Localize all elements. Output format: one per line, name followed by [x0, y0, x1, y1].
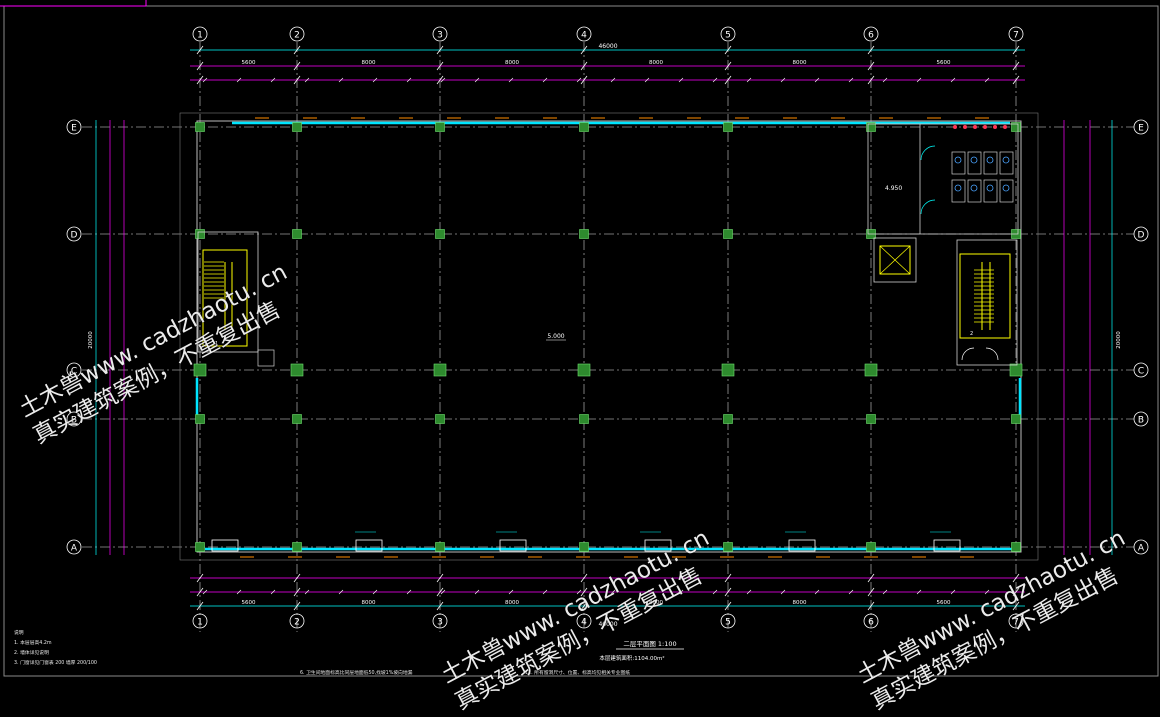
toilet-fixture	[970, 184, 978, 192]
design-note: 2. 墙体详见说明	[14, 649, 49, 656]
fire-hydrant-box	[257, 349, 275, 367]
structural-column	[435, 122, 445, 132]
structural-column	[435, 542, 445, 552]
toilet-fixture	[986, 184, 994, 192]
grid-bubble-label: 3	[437, 618, 443, 628]
structural-column	[195, 414, 205, 424]
structural-column	[435, 414, 445, 424]
plan-title: 二层平面图 1:100	[623, 640, 676, 648]
overall-height-label: 20000	[1116, 331, 1122, 349]
lamp-fixture	[953, 125, 957, 129]
grid-bubble-label: 6	[868, 618, 874, 628]
toilet-fixture	[1002, 184, 1010, 192]
structural-column	[1011, 414, 1021, 424]
structural-column	[577, 363, 591, 377]
bay-dimension-label: 8000	[793, 600, 807, 606]
structural-column	[435, 229, 445, 239]
grid-bubble-label: 5	[725, 618, 731, 628]
grid-bubble-label: 5	[725, 31, 731, 41]
bay-dimension-label: 8000	[362, 60, 376, 66]
stair-label: 2	[970, 331, 973, 337]
area-note: 本层建筑面积:1104.00m²	[599, 654, 664, 662]
grid-bubble-label: 1	[197, 31, 203, 41]
bay-dimension-label: 8000	[793, 60, 807, 66]
bay-dimension-label: 5600	[242, 60, 256, 66]
design-note: 6. 卫生间地面标高比同层地面低50,找坡1%坡向地漏	[300, 669, 413, 676]
structural-column	[195, 122, 205, 132]
overall-height-label: 20000	[88, 331, 94, 349]
grid-bubble-label: 2	[294, 31, 300, 41]
structural-column	[1009, 363, 1023, 377]
toilet-room	[867, 123, 1019, 235]
structural-column	[866, 542, 876, 552]
grid-bubble-label: A	[71, 544, 78, 554]
structural-column	[723, 122, 733, 132]
bay-dimension-label: 8000	[649, 60, 663, 66]
stair-room-right	[956, 239, 1018, 366]
grid-bubble-label: 6	[868, 31, 874, 41]
toilet-fixture	[954, 156, 962, 164]
design-note: 1. 本层层高4.2m	[14, 639, 52, 646]
grid-bubble-label: 2	[294, 618, 300, 628]
design-note: 3. 门窗详见门窗表 200 墙厚 200/100	[14, 659, 97, 666]
lamp-fixture	[993, 125, 997, 129]
toilet-fixture	[1002, 156, 1010, 164]
floor-elevation-label: 5.000	[547, 333, 564, 340]
grid-bubble-label: 7	[1013, 31, 1019, 41]
door-swing	[920, 145, 936, 215]
bay-dimension-label: 8000	[505, 60, 519, 66]
grid-bubble-label: A	[1138, 544, 1145, 554]
grid-bubble-label: E	[1138, 124, 1144, 134]
structural-column	[292, 229, 302, 239]
outer-edge-line	[179, 112, 1039, 561]
toilet-fixture	[954, 184, 962, 192]
structural-column	[292, 414, 302, 424]
lamp-fixture	[973, 125, 977, 129]
bay-dimension-label: 8000	[505, 600, 519, 606]
structural-column	[579, 122, 589, 132]
structural-column	[195, 229, 205, 239]
structural-column	[723, 414, 733, 424]
structural-column	[723, 229, 733, 239]
toilet-fixture	[970, 156, 978, 164]
bay-dimension-label: 8000	[362, 600, 376, 606]
lamp-fixture	[963, 125, 967, 129]
door-swing	[961, 347, 999, 361]
design-note: 说明	[14, 629, 24, 636]
lamp-fixture	[983, 125, 987, 129]
structural-column	[579, 542, 589, 552]
grid-bubble-label: 3	[437, 31, 443, 41]
lamp-fixture	[1003, 125, 1007, 129]
bay-dimension-label: 5600	[242, 600, 256, 606]
structural-column	[195, 542, 205, 552]
grid-bubble-label: 1	[197, 618, 203, 628]
structural-column	[579, 414, 589, 424]
toilet-fixture	[986, 156, 994, 164]
stair-flight-right	[959, 253, 1011, 339]
toilet-elevation-label: 4.950	[885, 185, 902, 192]
structural-column	[864, 363, 878, 377]
grid-bubble-label: B	[1138, 416, 1144, 426]
structural-column	[721, 363, 735, 377]
structural-column	[723, 542, 733, 552]
grid-bubble-label: C	[1138, 367, 1144, 377]
structural-column	[579, 229, 589, 239]
structural-column	[433, 363, 447, 377]
structural-column	[292, 542, 302, 552]
grid-bubble-label: D	[71, 231, 78, 241]
overall-dimension-label: 46000	[598, 43, 617, 50]
structural-column	[1011, 542, 1021, 552]
bay-dimension-label: 5600	[937, 600, 951, 606]
structural-column	[292, 122, 302, 132]
structural-column	[866, 414, 876, 424]
bay-dimension-label: 5600	[937, 60, 951, 66]
grid-bubble-label: E	[71, 124, 77, 134]
structural-column	[290, 363, 304, 377]
grid-bubble-label: 4	[581, 31, 587, 41]
grid-bubble-label: D	[1138, 231, 1145, 241]
